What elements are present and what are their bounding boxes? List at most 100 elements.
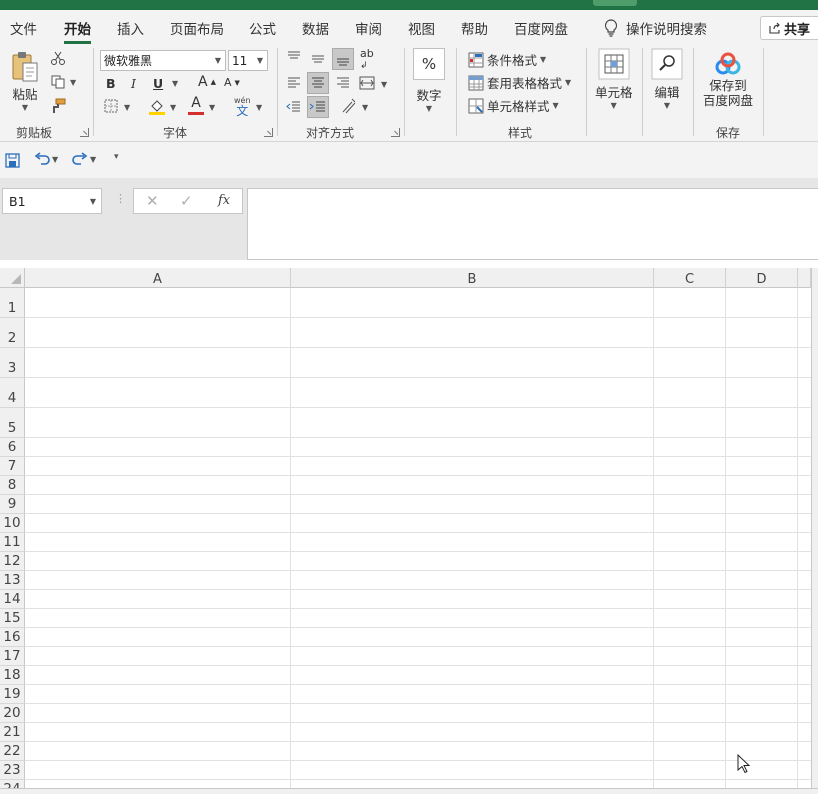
font-size-dropdown[interactable]: 11 ▼ bbox=[228, 50, 268, 71]
row-header[interactable]: 9 bbox=[0, 495, 25, 514]
orientation-icon[interactable] bbox=[340, 98, 358, 116]
cancel-icon[interactable]: ✕ bbox=[146, 192, 159, 210]
row-header[interactable]: 13 bbox=[0, 571, 25, 590]
borders-icon[interactable] bbox=[104, 99, 118, 113]
clipboard-launcher-icon[interactable] bbox=[80, 128, 89, 137]
fill-color-button[interactable] bbox=[148, 98, 166, 119]
underline-button[interactable]: U bbox=[153, 76, 163, 91]
row-header[interactable]: 5 bbox=[0, 408, 25, 438]
font-color-button[interactable]: A bbox=[188, 96, 204, 115]
conditional-format-button[interactable]: 条件格式 ▼ bbox=[468, 50, 546, 69]
row-header[interactable]: 10 bbox=[0, 514, 25, 533]
tab-view[interactable]: 视图 bbox=[408, 18, 435, 38]
font-color-dropdown-icon[interactable]: ▼ bbox=[209, 103, 215, 112]
row-header[interactable]: 22 bbox=[0, 742, 25, 761]
cell-styles-button[interactable]: 单元格样式 ▼ bbox=[468, 96, 559, 115]
grow-font-button[interactable]: A ▲ bbox=[198, 74, 216, 90]
row-header[interactable]: 1 bbox=[0, 288, 25, 318]
row-header[interactable]: 23 bbox=[0, 761, 25, 780]
borders-dropdown-icon[interactable]: ▼ bbox=[124, 103, 130, 112]
row-header[interactable]: 14 bbox=[0, 590, 25, 609]
column-header-c[interactable]: C bbox=[654, 268, 726, 288]
save-to-baidu-button[interactable]: 保存到 百度网盘 bbox=[703, 52, 753, 108]
column-header-b[interactable]: B bbox=[291, 268, 654, 288]
font-name-dropdown[interactable]: 微软雅黑 ▼ bbox=[100, 50, 226, 71]
alignment-launcher-icon[interactable] bbox=[391, 128, 400, 137]
underline-dropdown-icon[interactable]: ▼ bbox=[172, 79, 178, 88]
format-as-table-button[interactable]: 套用表格格式 ▼ bbox=[468, 73, 571, 92]
row-header[interactable]: 2 bbox=[0, 318, 25, 348]
copy-button[interactable]: ▼ bbox=[50, 74, 76, 90]
tab-page-layout[interactable]: 页面布局 bbox=[170, 18, 224, 38]
align-middle-icon[interactable] bbox=[310, 50, 326, 66]
tab-review[interactable]: 审阅 bbox=[355, 18, 382, 38]
vertical-scrollbar[interactable] bbox=[811, 268, 818, 794]
row-header[interactable]: 11 bbox=[0, 533, 25, 552]
tab-home[interactable]: 开始 bbox=[64, 18, 91, 44]
row-header[interactable]: 8 bbox=[0, 476, 25, 495]
column-header-partial[interactable] bbox=[798, 268, 811, 288]
row-header[interactable]: 15 bbox=[0, 609, 25, 628]
shrink-font-button[interactable]: A ▼ bbox=[224, 76, 240, 89]
insert-function-icon[interactable]: fx bbox=[218, 193, 230, 208]
share-button[interactable]: 共享 bbox=[760, 16, 818, 40]
worksheet-grid[interactable]: A B C D 1 2 3 4 5 6 7 8 9 10 11 12 13 14… bbox=[0, 268, 818, 794]
decrease-indent-icon[interactable] bbox=[286, 99, 302, 115]
phonetic-button[interactable]: wén 文 bbox=[234, 96, 251, 117]
align-bottom-button[interactable] bbox=[332, 48, 354, 70]
italic-button[interactable]: I bbox=[131, 76, 136, 91]
enter-icon[interactable]: ✓ bbox=[180, 192, 193, 210]
tab-formulas[interactable]: 公式 bbox=[249, 18, 276, 38]
save-icon[interactable] bbox=[5, 153, 20, 168]
tab-insert[interactable]: 插入 bbox=[117, 18, 144, 38]
row-header[interactable]: 12 bbox=[0, 552, 25, 571]
editing-button[interactable]: 编辑 ▼ bbox=[651, 48, 683, 110]
name-box-dropdown-icon[interactable]: ▼ bbox=[90, 197, 96, 206]
align-top-icon[interactable] bbox=[286, 50, 302, 66]
row-header[interactable]: 4 bbox=[0, 378, 25, 408]
row-header[interactable]: 7 bbox=[0, 457, 25, 476]
row-header[interactable]: 17 bbox=[0, 647, 25, 666]
column-header-a[interactable]: A bbox=[25, 268, 291, 288]
row-header[interactable]: 16 bbox=[0, 628, 25, 647]
tab-baidu-netdisk[interactable]: 百度网盘 bbox=[514, 18, 568, 38]
select-all-button[interactable] bbox=[0, 268, 25, 288]
row-header[interactable]: 6 bbox=[0, 438, 25, 457]
tab-file[interactable]: 文件 bbox=[10, 18, 37, 38]
merge-center-icon[interactable] bbox=[359, 75, 375, 91]
bold-button[interactable]: B bbox=[106, 76, 116, 91]
row-header[interactable]: 19 bbox=[0, 685, 25, 704]
formula-input[interactable] bbox=[247, 188, 818, 260]
row-header[interactable]: 20 bbox=[0, 704, 25, 723]
wrap-text-button[interactable]: ab ↲ bbox=[360, 48, 374, 72]
cut-icon[interactable] bbox=[50, 50, 66, 66]
column-header-d[interactable]: D bbox=[726, 268, 798, 288]
align-left-icon[interactable] bbox=[286, 75, 302, 91]
orientation-dropdown-icon[interactable]: ▼ bbox=[362, 103, 368, 112]
format-painter-icon[interactable] bbox=[50, 98, 66, 114]
row-header[interactable]: 3 bbox=[0, 348, 25, 378]
customize-qat-icon[interactable]: ▾ bbox=[114, 152, 119, 162]
phonetic-dropdown-icon[interactable]: ▼ bbox=[256, 103, 262, 112]
fill-color-dropdown-icon[interactable]: ▼ bbox=[170, 103, 176, 112]
tell-me-search[interactable]: 操作说明搜索 bbox=[604, 18, 707, 38]
paste-button[interactable]: 粘贴 ▼ bbox=[10, 50, 40, 112]
row-header[interactable]: 21 bbox=[0, 723, 25, 742]
tab-data[interactable]: 数据 bbox=[302, 18, 329, 38]
formula-bar-grip-icon[interactable]: ⋮ bbox=[115, 192, 126, 205]
name-box[interactable]: B1 ▼ bbox=[2, 188, 102, 214]
number-format-button[interactable]: % 数字 ▼ bbox=[413, 48, 445, 113]
row-header[interactable]: 18 bbox=[0, 666, 25, 685]
font-launcher-icon[interactable] bbox=[264, 128, 273, 137]
increase-indent-button[interactable] bbox=[307, 96, 329, 118]
undo-button[interactable]: ▼ bbox=[34, 152, 58, 166]
redo-button[interactable]: ▼ bbox=[72, 152, 96, 166]
undo-dropdown-icon[interactable]: ▼ bbox=[52, 155, 58, 164]
merge-dropdown-icon[interactable]: ▼ bbox=[381, 80, 387, 89]
cells-button[interactable]: 单元格 ▼ bbox=[595, 48, 633, 110]
align-center-button[interactable] bbox=[307, 72, 329, 94]
align-right-icon[interactable] bbox=[335, 75, 351, 91]
horizontal-scrollbar[interactable] bbox=[0, 788, 818, 794]
tab-help[interactable]: 帮助 bbox=[461, 18, 488, 38]
redo-dropdown-icon[interactable]: ▼ bbox=[90, 155, 96, 164]
